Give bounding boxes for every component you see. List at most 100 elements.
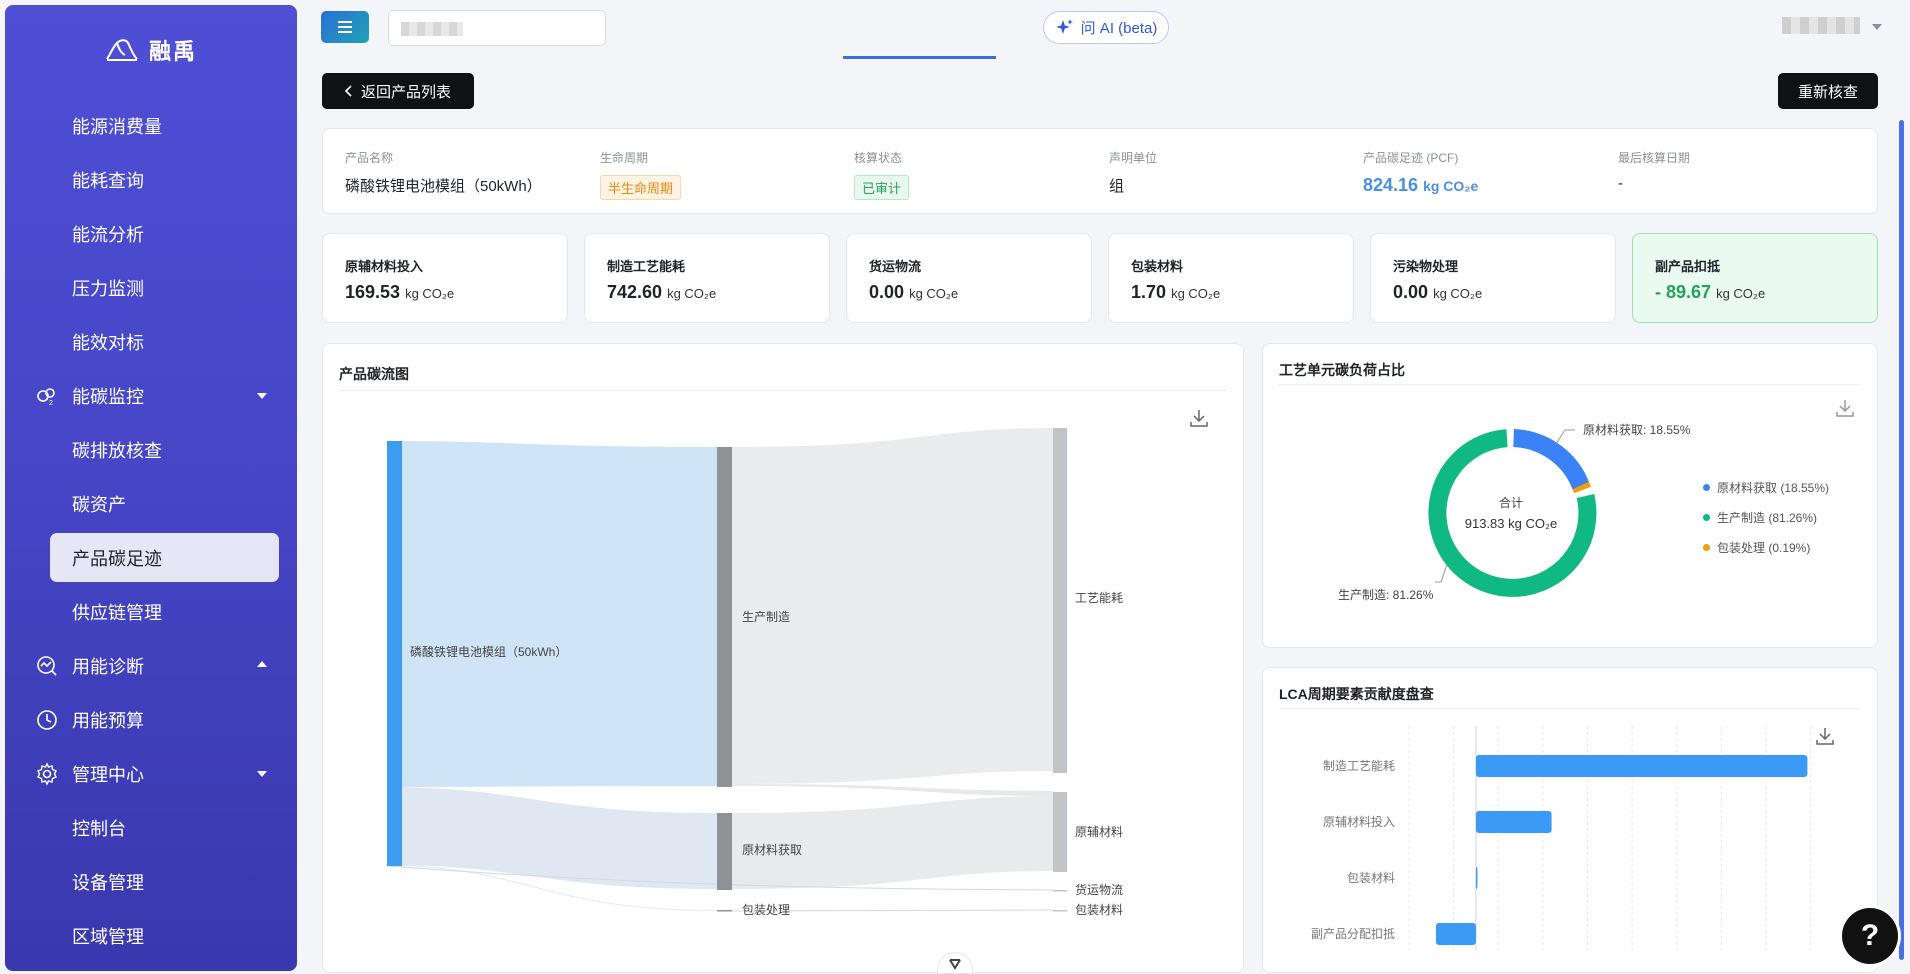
chevron-down-icon [257, 393, 267, 399]
gear-icon [35, 762, 59, 786]
bar[interactable] [1475, 811, 1552, 833]
metric-label: 制造工艺能耗 [607, 259, 686, 274]
product-name-label: 产品名称 [345, 151, 394, 165]
co2-icon: 2 [35, 384, 59, 408]
donut-center-value: 913.83 kg CO₂e [1465, 516, 1558, 531]
sankey-label-target: 货运物流 [1075, 882, 1123, 897]
search-input[interactable] [388, 10, 606, 46]
ask-ai-button[interactable]: 问 AI (beta) [1043, 11, 1169, 44]
sidebar-item-label: 管理中心 [72, 765, 144, 785]
diagnosis-icon [35, 654, 59, 678]
metric-card: 副产品扣抵 - 89.67 kg CO₂e [1632, 233, 1878, 323]
unit-label: 声明单位 [1109, 151, 1158, 165]
svg-text:2: 2 [49, 400, 53, 407]
sidebar-item-label: 控制台 [72, 819, 126, 839]
bar[interactable] [1475, 867, 1478, 889]
status-badge: 已审计 [854, 175, 910, 200]
legend-dot [1703, 543, 1710, 551]
legend-item[interactable]: 生产制造 (81.26%) [1703, 502, 1829, 532]
product-name-field: 产品名称 磷酸铁锂电池模组（50kWh） [345, 149, 542, 196]
logo[interactable]: 融禹 [5, 33, 297, 67]
sidebar-item[interactable]: 产品碳足迹 [50, 533, 279, 582]
sidebar-item[interactable]: 控制台 [5, 801, 297, 855]
menu-toggle-button[interactable] [321, 11, 369, 43]
metric-unit: kg CO₂e [1716, 286, 1766, 301]
active-tab-indicator [843, 56, 996, 59]
legend-label: 原材料获取 (18.55%) [1717, 480, 1830, 495]
metric-number: - 89.67 [1655, 282, 1712, 302]
unit-field: 声明单位 组 [1109, 149, 1157, 196]
logo-text: 融禹 [148, 39, 197, 64]
donut-callout-bottom: 生产制造: 81.26% [1338, 588, 1434, 602]
sidebar-item-label: 能碳监控 [72, 387, 144, 407]
metric-unit: kg CO₂e [405, 286, 455, 301]
ask-ai-label: 问 AI (beta) [1080, 20, 1158, 37]
chevron-down-icon [949, 959, 961, 970]
pcf-value: 824.16 kg CO₂e [1363, 175, 1478, 196]
scrollbar[interactable] [1899, 120, 1904, 960]
donut-panel: 工艺单元碳负荷占比 合计 913.83 kg CO₂e 原材料获取: 18.55… [1262, 343, 1878, 648]
help-button[interactable]: ? [1842, 908, 1898, 964]
sidebar-item-label: 用能诊断 [72, 657, 144, 677]
sidebar-item[interactable]: 能耗查询 [5, 153, 297, 207]
sidebar-item-label: 能效对标 [72, 333, 144, 353]
legend-item[interactable]: 包装处理 (0.19%) [1703, 532, 1829, 562]
date-value: - [1618, 175, 1623, 192]
sankey-node [1053, 792, 1067, 872]
sankey-chart: 磷酸铁锂电池模组（50kWh） 生产制造 原材料获取 包装处理 工艺能耗 原辅材… [386, 428, 1123, 917]
sidebar-item[interactable]: 碳排放核查 [5, 423, 297, 477]
metric-number: 0.00 [869, 282, 905, 302]
donut-slice-packaging [1572, 481, 1592, 494]
sidebar: 融禹 能源消费量能耗查询 能流分析 压力监测能效对标 2 能碳监控碳排放核查 碳资产 产品碳… [5, 5, 297, 971]
sankey-node [717, 910, 732, 912]
sidebar-item[interactable]: 能流分析 [5, 207, 297, 261]
sidebar-item[interactable]: 碳资产 [5, 477, 297, 531]
sidebar-item[interactable]: 供应链管理 [5, 585, 297, 639]
sidebar-item[interactable]: 压力监测 [5, 261, 297, 315]
sidebar-item-label: 区域管理 [72, 927, 144, 947]
metric-label: 原辅材料投入 [345, 259, 424, 274]
metric-label: 副产品扣抵 [1655, 259, 1721, 274]
bar-category-label: 副产品分配扣抵 [1311, 927, 1395, 941]
back-to-list-button[interactable]: 返回产品列表 [322, 73, 474, 109]
sankey-label-target: 包装材料 [1075, 903, 1123, 917]
donut-legend: 原材料获取 (18.55%) 生产制造 (81.26%) 包装处理 (0.19%) [1703, 472, 1829, 562]
recheck-button[interactable]: 重新核查 [1778, 73, 1878, 109]
metric-number: 1.70 [1131, 282, 1167, 302]
sankey-label-target: 工艺能耗 [1075, 591, 1123, 605]
bar-category-label: 原辅材料投入 [1323, 814, 1395, 829]
metric-number: 169.53 [345, 282, 401, 302]
chevron-left-icon [344, 85, 352, 97]
pcf-unit: kg CO₂e [1423, 178, 1479, 194]
legend-label: 包装处理 (0.19%) [1717, 540, 1811, 555]
sidebar-item-label: 供应链管理 [72, 603, 162, 623]
sidebar-item[interactable]: 管理中心 [5, 747, 297, 801]
sidebar-item[interactable]: 设备管理 [5, 855, 297, 909]
metric-card: 货运物流 0.00 kg CO₂e [846, 233, 1092, 323]
sidebar-item-label: 能源消费量 [72, 117, 162, 137]
bar[interactable] [1435, 923, 1476, 945]
sidebar-item[interactable]: 2 能碳监控 [5, 369, 297, 423]
sankey-node [1053, 428, 1067, 773]
sidebar-item[interactable]: 能效对标 [5, 315, 297, 369]
metric-card: 污染物处理 0.00 kg CO₂e [1370, 233, 1616, 323]
sidebar-item[interactable]: 区域管理 [5, 909, 297, 963]
redacted-text [401, 22, 463, 36]
bar[interactable] [1475, 755, 1808, 777]
sankey-node [717, 447, 732, 787]
user-menu[interactable] [1782, 17, 1860, 34]
metric-card: 包装材料 1.70 kg CO₂e [1108, 233, 1354, 323]
legend-item[interactable]: 原材料获取 (18.55%) [1703, 472, 1829, 502]
metric-unit: kg CO₂e [1171, 286, 1221, 301]
sidebar-item[interactable]: 用能预算 [5, 693, 297, 747]
unit-value: 组 [1109, 178, 1125, 195]
sidebar-item[interactable]: 用能诊断 [5, 639, 297, 693]
lca-bar-panel: LCA周期要素贡献度盘查 制造工艺能耗 原辅材料投入 包装材料 副产品分配扣抵 [1262, 667, 1878, 973]
sidebar-item[interactable]: 能源消费量 [5, 99, 297, 153]
legend-dot [1703, 483, 1710, 491]
chevron-down-icon[interactable] [1872, 24, 1882, 30]
pcf-label: 产品碳足迹 (PCF) [1363, 151, 1459, 165]
legend-dot [1703, 513, 1710, 521]
metric-number: 0.00 [1393, 282, 1429, 302]
sankey-label-stage: 包装处理 [742, 903, 790, 917]
